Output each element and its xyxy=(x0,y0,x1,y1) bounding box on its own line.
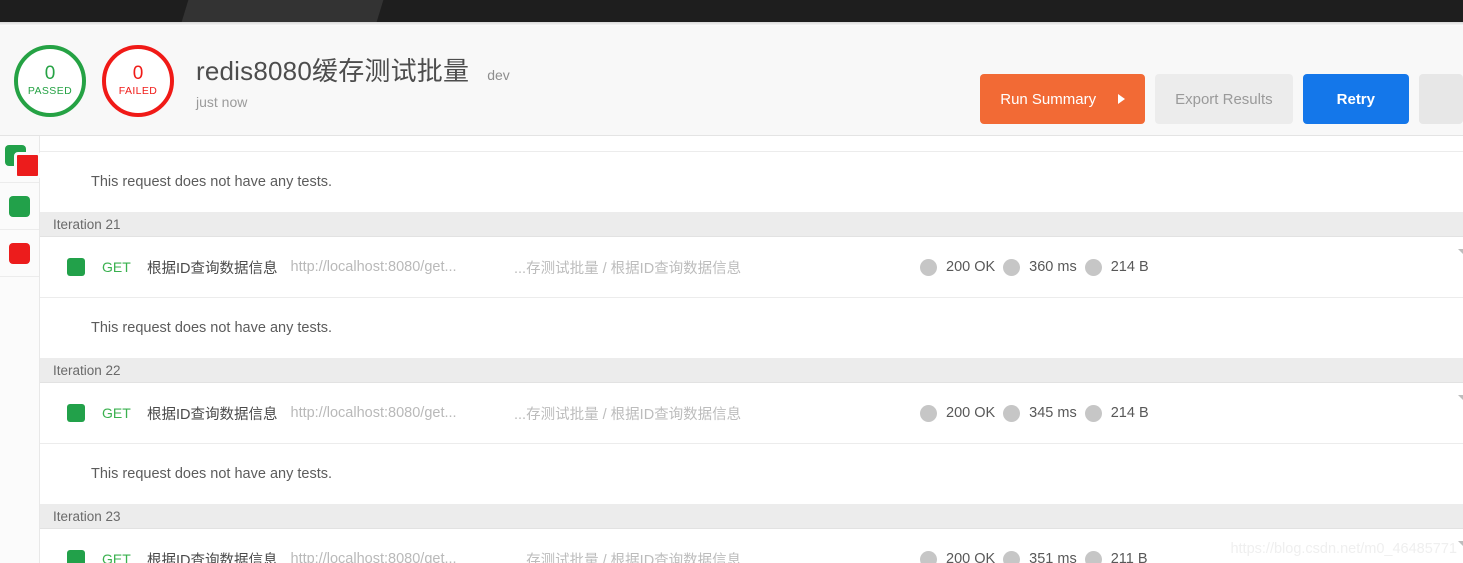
size-dot-icon xyxy=(1084,258,1102,276)
table-row[interactable]: GET 根据ID查询数据信息 http://localhost:8080/get… xyxy=(40,237,1463,298)
time-dot-icon xyxy=(1003,404,1021,422)
red-square-icon xyxy=(9,242,30,264)
no-tests-row: This request does not have any tests. xyxy=(40,298,1463,359)
export-results-button[interactable]: Export Results xyxy=(1155,74,1293,124)
green-red-stacked-squares-icon xyxy=(4,145,41,179)
status-square-icon xyxy=(67,258,85,276)
request-url: http://localhost:8080/get... xyxy=(290,551,457,563)
partial-row-top xyxy=(40,136,1463,152)
sidebar-item-filter-passed[interactable] xyxy=(0,183,39,230)
request-name: 根据ID查询数据信息 xyxy=(147,552,278,563)
size-badge: 211 B xyxy=(1084,550,1148,563)
size-text: 211 B xyxy=(1110,551,1148,563)
status-badge: 200 OK xyxy=(920,550,996,563)
size-dot-icon xyxy=(1084,550,1102,563)
iteration-header: Iteration 22 xyxy=(40,359,1463,383)
status-text: 200 OK xyxy=(946,405,996,421)
expand-corner-icon[interactable] xyxy=(1458,541,1463,552)
table-row[interactable]: GET 根据ID查询数据信息 http://localhost:8080/get… xyxy=(40,383,1463,444)
status-text: 200 OK xyxy=(946,259,996,275)
request-stats: 200 OK 351 ms 211 B xyxy=(920,550,1156,563)
results-filter-sidebar xyxy=(0,136,41,563)
run-timestamp: just now xyxy=(196,94,248,110)
status-text: 200 OK xyxy=(946,551,996,563)
status-dot-icon xyxy=(920,404,937,422)
status-square-icon xyxy=(67,404,85,422)
size-text: 214 B xyxy=(1110,405,1149,421)
passed-count: 0 xyxy=(44,63,56,84)
failed-label: FAILED xyxy=(118,85,158,97)
status-square-icon xyxy=(67,550,85,563)
size-badge: 214 B xyxy=(1084,404,1149,422)
retry-button[interactable]: Retry xyxy=(1302,74,1409,124)
run-title-row: redis8080缓存测试批量 dev xyxy=(196,51,510,88)
sidebar-item-filter-all[interactable] xyxy=(0,136,41,183)
request-name: 根据ID查询数据信息 xyxy=(147,406,278,423)
run-summary-button[interactable]: Run Summary xyxy=(980,74,1146,124)
status-dot-icon xyxy=(920,258,937,276)
time-dot-icon xyxy=(1003,258,1021,276)
request-url: http://localhost:8080/get... xyxy=(290,259,457,275)
time-badge: 345 ms xyxy=(1003,404,1077,422)
status-dot-icon xyxy=(920,550,937,563)
request-method: GET xyxy=(102,405,131,421)
iteration-header: Iteration 23 xyxy=(40,505,1463,529)
window-titlebar xyxy=(0,0,1463,22)
iteration-header: Iteration 21 xyxy=(40,213,1463,237)
more-actions-button[interactable] xyxy=(1419,74,1463,124)
run-meta: redis8080缓存测试批量 dev just now xyxy=(196,51,510,110)
caret-right-icon xyxy=(1118,94,1126,104)
request-stats: 200 OK 360 ms 214 B xyxy=(920,258,1157,276)
table-row[interactable]: GET 根据ID查询数据信息 http://localhost:8080/get… xyxy=(40,529,1463,563)
request-method: GET xyxy=(102,551,131,563)
breadcrumb: ...存测试批量 / 根据ID查询数据信息 xyxy=(514,406,742,423)
green-square-icon xyxy=(9,195,30,217)
time-text: 351 ms xyxy=(1029,551,1077,563)
expand-corner-icon[interactable] xyxy=(1458,249,1463,260)
no-tests-row: This request does not have any tests. xyxy=(40,444,1463,505)
sidebar-item-filter-failed[interactable] xyxy=(0,230,39,277)
request-name: 根据ID查询数据信息 xyxy=(147,260,278,277)
request-stats: 200 OK 345 ms 214 B xyxy=(920,404,1157,422)
no-tests-row: This request does not have any tests. xyxy=(40,152,1463,213)
results-list[interactable]: This request does not have any tests. It… xyxy=(40,136,1463,563)
header-actions: Run Summary Export Results Retry xyxy=(980,74,1463,124)
failed-summary-badge: 0 FAILED xyxy=(102,44,174,117)
request-method: GET xyxy=(102,259,131,275)
size-badge: 214 B xyxy=(1084,258,1149,276)
page-title: redis8080缓存测试批量 xyxy=(196,56,470,86)
time-text: 360 ms xyxy=(1029,259,1077,275)
breadcrumb: ...存测试批量 / 根据ID查询数据信息 xyxy=(514,552,742,563)
expand-corner-icon[interactable] xyxy=(1458,395,1463,406)
time-badge: 360 ms xyxy=(1003,258,1077,276)
run-header: 0 PASSED 0 FAILED redis8080缓存测试批量 dev ju… xyxy=(0,26,1463,136)
failed-count: 0 xyxy=(132,63,144,84)
status-badge: 200 OK xyxy=(920,404,996,422)
time-dot-icon xyxy=(1003,550,1021,563)
results-body: This request does not have any tests. It… xyxy=(0,136,1463,563)
active-tab[interactable] xyxy=(181,0,384,22)
passed-label: PASSED xyxy=(27,85,73,97)
passed-summary-badge: 0 PASSED xyxy=(14,44,86,117)
time-badge: 351 ms xyxy=(1003,550,1077,563)
status-badge: 200 OK xyxy=(920,258,996,276)
request-url: http://localhost:8080/get... xyxy=(290,405,457,421)
time-text: 345 ms xyxy=(1029,405,1077,421)
run-summary-label: Run Summary xyxy=(1000,90,1097,108)
environment-label: dev xyxy=(487,67,510,83)
breadcrumb: ...存测试批量 / 根据ID查询数据信息 xyxy=(514,260,742,277)
size-dot-icon xyxy=(1084,404,1102,422)
size-text: 214 B xyxy=(1110,259,1149,275)
